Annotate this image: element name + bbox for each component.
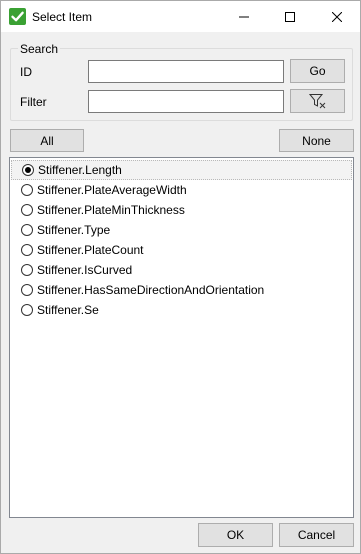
search-group-label: Search — [18, 42, 61, 56]
item-label: Stiffener.IsCurved — [37, 263, 133, 277]
cancel-button[interactable]: Cancel — [279, 523, 354, 547]
select-none-button[interactable]: None — [279, 129, 354, 152]
list-item[interactable]: Stiffener.HasSameDirectionAndOrientation — [11, 280, 352, 300]
close-button[interactable] — [314, 1, 360, 32]
filter-label: Filter — [20, 95, 47, 109]
radio-icon[interactable] — [21, 224, 33, 236]
clear-filter-button[interactable] — [290, 89, 345, 113]
window-title: Select Item — [32, 10, 93, 24]
maximize-icon — [285, 11, 295, 22]
radio-icon[interactable] — [21, 244, 33, 256]
minimize-icon — [239, 16, 249, 17]
list-item[interactable]: Stiffener.IsCurved — [11, 260, 352, 280]
list-item[interactable]: Stiffener.Type — [11, 220, 352, 240]
close-icon — [332, 11, 342, 22]
select-all-button[interactable]: All — [10, 129, 84, 152]
list-item[interactable]: Stiffener.PlateCount — [11, 240, 352, 260]
radio-icon[interactable] — [21, 264, 33, 276]
list-item[interactable]: Stiffener.PlateAverageWidth — [11, 180, 352, 200]
radio-icon[interactable] — [21, 204, 33, 216]
id-label: ID — [20, 65, 32, 79]
radio-icon[interactable] — [21, 184, 33, 196]
item-label: Stiffener.Length — [38, 163, 122, 177]
item-label: Stiffener.PlateAverageWidth — [37, 183, 187, 197]
ok-button[interactable]: OK — [198, 523, 273, 547]
id-input[interactable] — [88, 60, 284, 83]
item-label: Stiffener.PlateMinThickness — [37, 203, 185, 217]
select-item-dialog: Select Item Search ID Go Filter All None… — [0, 0, 361, 554]
radio-icon[interactable] — [21, 284, 33, 296]
checkmark-icon — [9, 8, 26, 25]
list-item[interactable]: Stiffener.PlateMinThickness — [11, 200, 352, 220]
go-button[interactable]: Go — [290, 59, 345, 83]
item-label: Stiffener.PlateCount — [37, 243, 144, 257]
item-label: Stiffener.Se — [37, 303, 99, 317]
filter-clear-icon — [308, 94, 325, 109]
radio-checked-icon[interactable] — [22, 164, 34, 176]
filter-input[interactable] — [88, 90, 284, 113]
item-label: Stiffener.HasSameDirectionAndOrientation — [37, 283, 265, 297]
radio-icon[interactable] — [21, 304, 33, 316]
item-label: Stiffener.Type — [37, 223, 111, 237]
maximize-button[interactable] — [267, 1, 313, 32]
minimize-button[interactable] — [221, 1, 267, 32]
title-bar[interactable]: Select Item — [1, 1, 360, 32]
item-list[interactable]: Stiffener.Length Stiffener.PlateAverageW… — [9, 157, 354, 518]
list-item[interactable]: Stiffener.Length — [11, 160, 352, 180]
list-item[interactable]: Stiffener.Se — [11, 300, 352, 320]
